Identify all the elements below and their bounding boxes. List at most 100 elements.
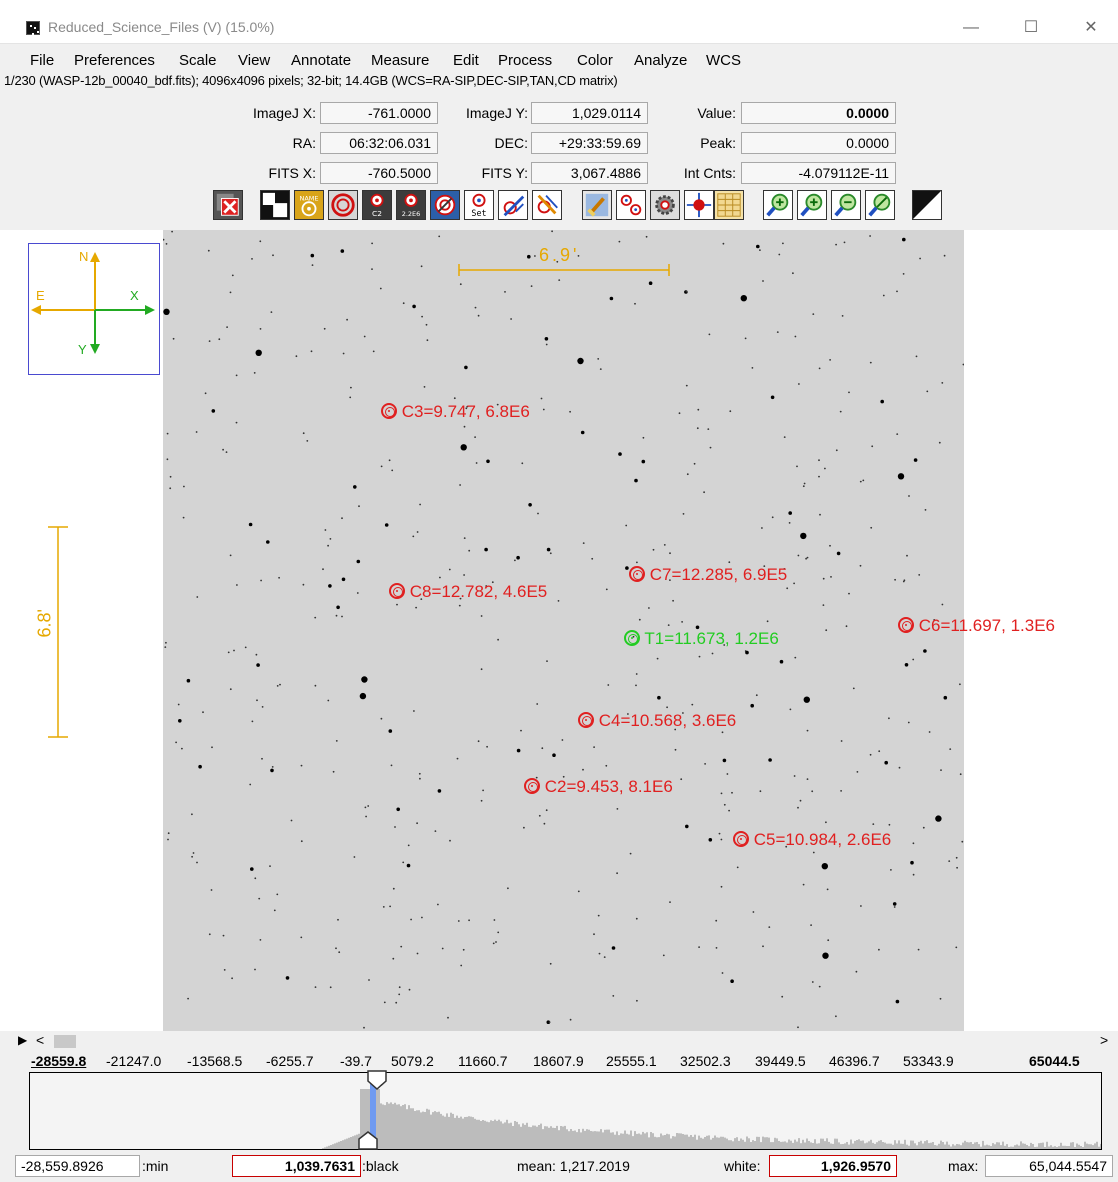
menu-preferences[interactable]: Preferences [74,52,155,69]
scroll-left-icon[interactable]: < [36,1032,44,1048]
star [480,799,483,802]
multi-aperture-icon[interactable] [532,190,562,220]
histogram-panel[interactable] [29,1069,1102,1151]
star [335,740,338,742]
menu-color[interactable]: Color [577,52,613,69]
menu-annotate[interactable]: Annotate [291,52,351,69]
max-value-field[interactable]: 65,044.5547 [985,1155,1113,1177]
star [569,1018,572,1021]
menu-view[interactable]: View [238,52,270,69]
star [962,363,965,366]
star [811,790,814,793]
invert-icon[interactable] [260,190,290,220]
star [693,462,696,465]
menu-wcs[interactable]: WCS [706,52,741,69]
star [484,547,488,552]
aperture-c8[interactable]: C8=12.782, 4.6E5 [389,582,547,602]
contrast-icon[interactable] [912,190,942,220]
menu-scale[interactable]: Scale [179,52,217,69]
star [827,939,830,942]
gear-stars-icon[interactable] [650,190,680,220]
aperture-c2[interactable]: C2=9.453, 8.1E6 [524,777,673,797]
histogram-bar [612,1132,614,1149]
star [580,430,585,435]
aperture-icon[interactable] [328,190,358,220]
aperture-counts-icon[interactable]: 2.2E6 [396,190,426,220]
menu-analyze[interactable]: Analyze [634,52,687,69]
multi-aperture-2-icon[interactable] [616,190,646,220]
minimize-button[interactable]: — [956,16,986,40]
histogram-bar [970,1142,972,1149]
fits-image[interactable]: 6.9' C3=9.747, 6.8E6 C8=12.782, 4.6E5 C7… [162,230,1055,1031]
star [722,758,727,763]
histogram-bar [724,1137,726,1149]
play-icon[interactable]: ▶ [18,1033,27,1047]
menu-edit[interactable]: Edit [453,52,479,69]
star [327,699,330,702]
scroll-thumb[interactable] [54,1035,76,1048]
star [959,683,961,686]
histogram-bar [740,1138,742,1149]
crosshair-icon[interactable] [684,190,714,220]
star [607,684,610,686]
star [363,335,366,338]
clear-overlay-icon[interactable] [213,190,243,220]
star [557,600,560,602]
star [835,243,837,246]
aperture-t1[interactable]: T1=11.673, 1.2E6 [624,629,779,649]
histogram-bar [336,1142,338,1149]
set-aperture-icon[interactable]: Set [464,190,494,220]
broom-icon[interactable] [582,190,612,220]
histogram-bar [1088,1144,1090,1149]
star [388,459,391,462]
white-slider-handle[interactable] [366,1069,388,1091]
star [761,527,763,529]
maximize-button[interactable]: ☐ [1016,16,1046,40]
zoom-in-alt-icon[interactable] [797,190,827,220]
aperture-c3[interactable]: C3=9.747, 6.8E6 [381,402,530,422]
aperture-c6[interactable]: C6=11.697, 1.3E6 [898,616,1055,636]
star [686,473,689,476]
histogram-bar [888,1143,890,1149]
min-value-field[interactable]: -28,559.8926 [15,1155,140,1177]
centroid-icon[interactable] [430,190,460,220]
black-level-field[interactable]: 1,039.7631 [232,1155,361,1177]
image-scrollbar[interactable]: ▶ < > [0,1031,1118,1051]
star [822,604,825,606]
star [300,764,303,767]
histogram-bar [932,1142,934,1149]
star [872,823,875,825]
white-level-field[interactable]: 1,926.9570 [769,1155,897,1177]
aperture-c4[interactable]: C4=10.568, 3.6E6 [578,711,736,731]
close-button[interactable]: ✕ [1076,16,1106,40]
star [244,646,247,649]
star [674,748,677,751]
histogram-bar [1084,1141,1086,1149]
remove-stars-icon[interactable] [498,190,528,220]
histogram-bar [646,1132,648,1149]
zoom-fit-icon[interactable] [865,190,895,220]
menu-measure[interactable]: Measure [371,52,429,69]
aperture-c7[interactable]: C7=12.285, 6.9E5 [629,565,787,585]
star [896,290,898,293]
zoom-in-icon[interactable] [763,190,793,220]
menu-file[interactable]: File [30,52,54,69]
histogram-bar [594,1131,596,1149]
histogram-bar [570,1129,572,1149]
aperture-c5[interactable]: C5=10.984, 2.6E6 [733,830,891,850]
table-icon[interactable] [714,190,744,220]
star [818,985,821,988]
show-names-icon[interactable]: NAME [294,190,324,220]
scroll-right-icon[interactable]: > [1100,1032,1108,1048]
aperture-label-icon[interactable]: C2 [362,190,392,220]
zoom-out-icon[interactable] [831,190,861,220]
histogram-bar [328,1145,330,1149]
star [270,311,273,313]
star [794,656,797,659]
star [762,945,764,948]
star [720,885,723,888]
black-slider-handle[interactable] [357,1131,379,1151]
star [486,459,490,464]
menu-process[interactable]: Process [498,52,552,69]
histogram-bar [828,1141,830,1149]
